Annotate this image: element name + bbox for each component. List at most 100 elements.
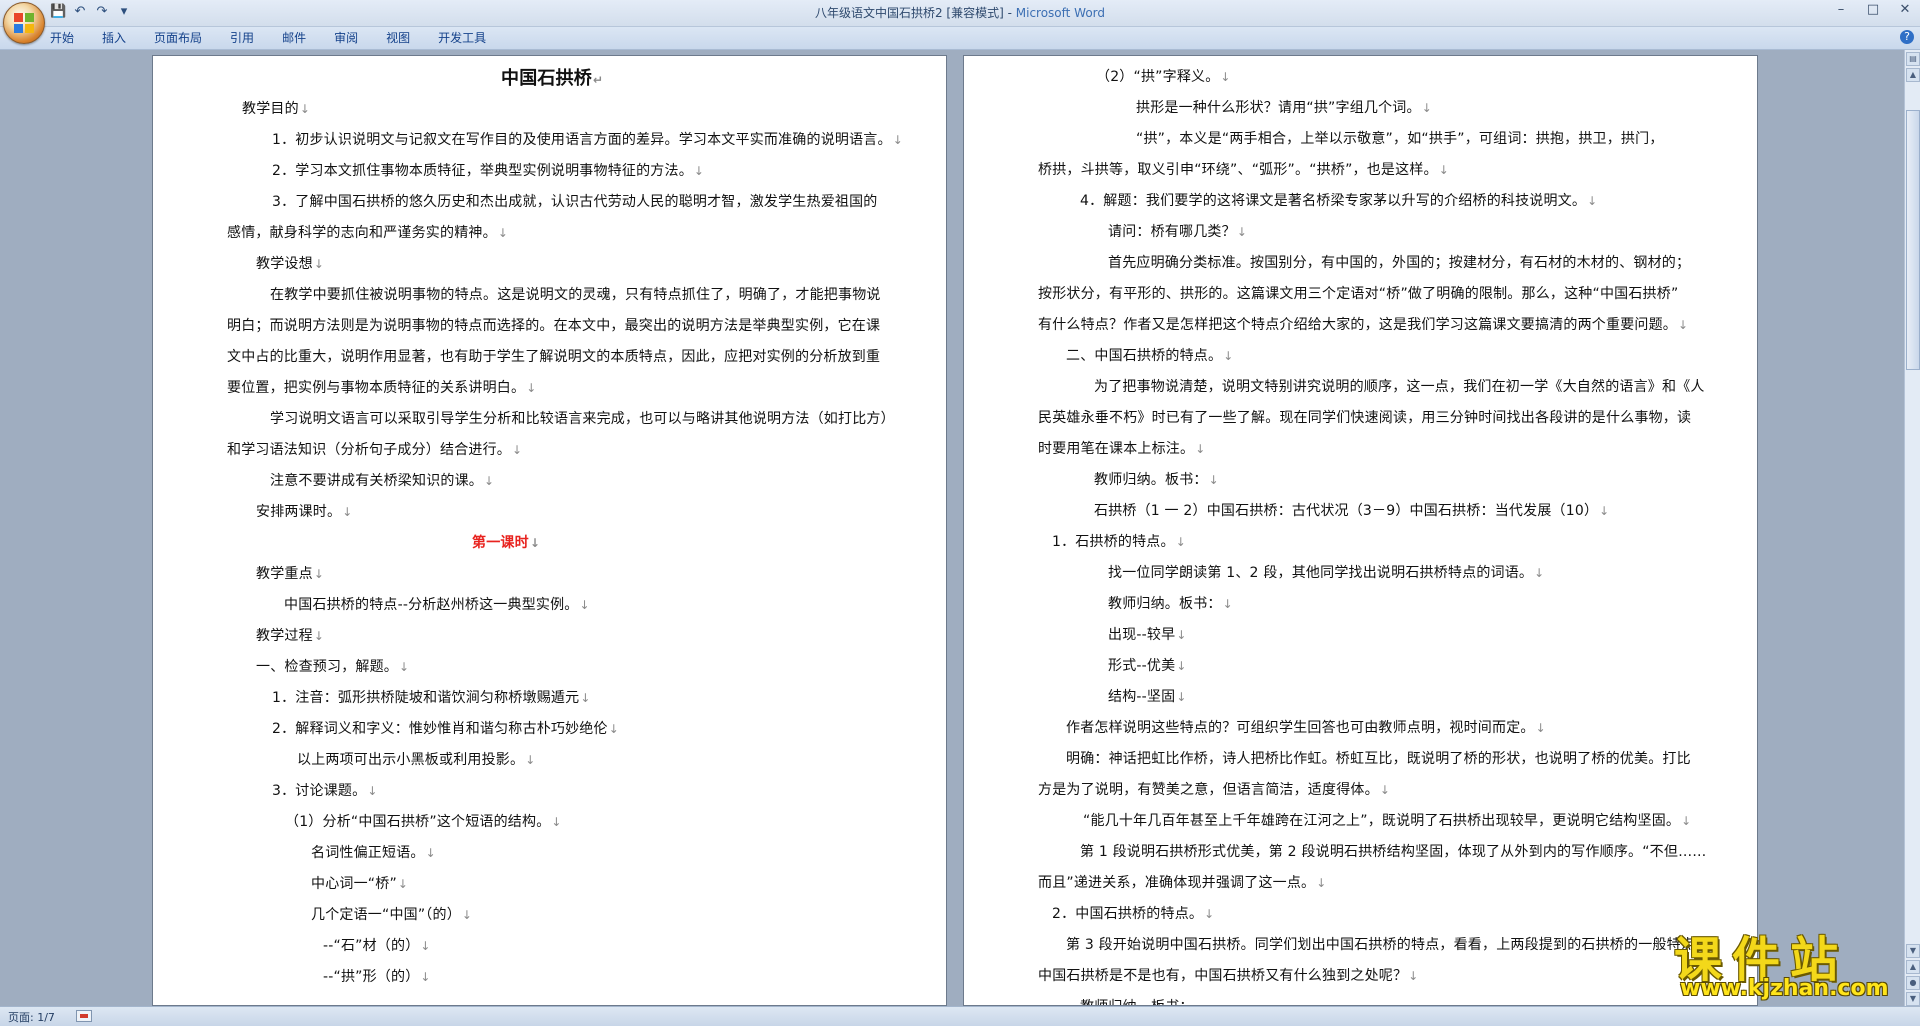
line-text: 第一课时 bbox=[472, 535, 529, 551]
paragraph-line: 1．石拱桥的特点。↓ bbox=[1052, 531, 1186, 551]
close-icon[interactable]: ✕ bbox=[1896, 2, 1914, 17]
paragraph-mark-icon: ↓ bbox=[425, 846, 436, 860]
paragraph-mark-icon: ↓ bbox=[1599, 504, 1610, 518]
paragraph-line: 一、检查预习，解题。↓ bbox=[256, 656, 409, 676]
line-text: 找一位同学朗读第 1、2 段，其他同学找出说明石拱桥特点的词语。 bbox=[1108, 565, 1534, 581]
paragraph-mark-icon: ↓ bbox=[399, 660, 410, 674]
paragraph-line: “能几十年几百年甚至上千年雄跨在江河之上”，既说明了石拱桥出现较早，更说明它结构… bbox=[1083, 810, 1691, 830]
tab-review[interactable]: 审阅 bbox=[334, 27, 358, 49]
paragraph-mark-icon: ↓ bbox=[526, 381, 537, 395]
tab-home[interactable]: 开始 bbox=[50, 27, 74, 49]
scroll-thumb[interactable] bbox=[1906, 110, 1920, 370]
document-page-1[interactable]: 中国石拱桥↵ 教学目的↓ 1．初步认识说明文与记叙文在写作目的及使用语言方面的差异。… bbox=[152, 55, 947, 1006]
line-text: 注意不要讲成有关桥梁知识的课。 bbox=[270, 473, 483, 489]
tab-page-layout[interactable]: 页面布局 bbox=[154, 27, 202, 49]
line-text: --“拱”形（的） bbox=[323, 969, 420, 985]
paragraph-line: 教师归纳。板书：↓ bbox=[1094, 469, 1219, 489]
paragraph-line: 教师归纳。板书：↓ bbox=[1108, 593, 1233, 613]
line-text: 拱形是一种什么形状？请用“拱”字组几个词。 bbox=[1136, 100, 1421, 116]
line-text: 民英雄永垂不朽》时已有了一些了解。现在同学们快速阅读，用三分钟时间找出各段讲的是… bbox=[1038, 410, 1692, 426]
tab-insert[interactable]: 插入 bbox=[102, 27, 126, 49]
paragraph-mark-icon: ↓ bbox=[313, 257, 325, 271]
paragraph-line: 2．学习本文抓住事物本质特征，举典型实例说明事物特征的方法。↓ bbox=[272, 160, 704, 180]
paragraph-line: 感情，献身科学的志向和严谨务实的精神。↓ bbox=[227, 222, 508, 242]
paragraph-mark-icon: ↓ bbox=[1176, 659, 1187, 673]
line-text: 以上两项可出示小黑板或利用投影。 bbox=[297, 752, 525, 768]
tab-references[interactable]: 引用 bbox=[230, 27, 254, 49]
tab-mailings[interactable]: 邮件 bbox=[282, 27, 306, 49]
line-text: 中国石拱桥 bbox=[501, 68, 592, 89]
paragraph-line: 作者怎样说明这些特点的？可组织学生回答也可由教师点明，视时间而定。↓ bbox=[1066, 717, 1546, 737]
document-page-2[interactable]: （2）“拱”字释义。↓ 拱形是一种什么形状？请用“拱”字组几个词。 ↓ “拱”，本义是… bbox=[963, 55, 1758, 1006]
paragraph-mark-icon: ↓ bbox=[580, 691, 591, 705]
line-text: “拱”，本义是“两手相合，上举以示敬意”，如“拱手”，可组词：拱抱，拱卫，拱门， bbox=[1136, 131, 1664, 147]
document-title: 中国石拱桥↵ bbox=[501, 64, 603, 90]
paragraph-line: 名词性偏正短语。↓ bbox=[311, 842, 436, 862]
paragraph-mark-icon: ↓ bbox=[693, 164, 705, 178]
paragraph-line: 二、中国石拱桥的特点。↓ bbox=[1066, 345, 1233, 365]
maximize-icon[interactable]: □ bbox=[1864, 2, 1882, 17]
previous-page-icon[interactable]: ▲ bbox=[1906, 960, 1920, 974]
line-text: 一、检查预习，解题。 bbox=[256, 659, 398, 675]
next-page-icon[interactable]: ▼ bbox=[1906, 992, 1920, 1006]
paragraph-mark-icon: ↓ bbox=[1223, 349, 1234, 363]
line-text: 教学过程 bbox=[256, 628, 313, 644]
vertical-scrollbar[interactable]: ▤ ▲ ▼ ▲ ● ▼ bbox=[1904, 50, 1920, 1006]
tab-developer[interactable]: 开发工具 bbox=[438, 27, 486, 49]
paragraph-mark-icon: ↓ bbox=[1220, 70, 1231, 84]
paragraph-line: 和学习语法知识（分析句子成分）结合进行。↓ bbox=[227, 439, 522, 459]
paragraph-line: 学习说明文语言可以采取引导学生分析和比较语言来完成，也可以与略讲其他说明方法（如… bbox=[270, 408, 895, 428]
line-text: 教师归纳。板书： bbox=[1094, 472, 1208, 488]
paragraph-line: 3．讨论课题。↓ bbox=[272, 780, 378, 800]
line-text: 学习说明文语言可以采取引导学生分析和比较语言来完成，也可以与略讲其他说明方法（如… bbox=[270, 411, 895, 427]
help-icon[interactable]: ? bbox=[1900, 30, 1914, 44]
line-text: 1．初步认识说明文与记叙文在写作目的及使用语言方面的差异。学习本文平实而准确的说… bbox=[272, 132, 892, 148]
paragraph-mark-icon: ↓ bbox=[1175, 535, 1186, 549]
paragraph-mark-icon: ↵ bbox=[593, 73, 604, 87]
ruler-toggle-icon[interactable]: ▤ bbox=[1906, 52, 1920, 66]
paragraph-line: 按形状分，有平形的、拱形的。这篇课文用三个定语对“桥”做了明确的限制。那么，这种… bbox=[1038, 283, 1678, 303]
paragraph-mark-icon: ↓ bbox=[1681, 814, 1692, 828]
line-text: 有什么特点？作者又是怎样把这个特点介绍给大家的，这是我们学习这篇课文要搞清的两个… bbox=[1038, 317, 1677, 333]
paragraph-line: 方是为了说明，有赞美之意，但语言简洁，适度得体。↓ bbox=[1038, 779, 1390, 799]
paragraph-line: （2）“拱”字释义。↓ bbox=[1096, 66, 1231, 86]
proofing-icon[interactable] bbox=[76, 1010, 92, 1022]
paragraph-line: 2．中国石拱桥的特点。↓ bbox=[1052, 903, 1214, 923]
tab-view[interactable]: 视图 bbox=[386, 27, 410, 49]
line-text: 在教学中要抓住被说明事物的特点。这是说明文的灵魂，只有特点抓住了，明确了，才能把… bbox=[270, 287, 881, 303]
paragraph-mark-icon: ↓ bbox=[1208, 473, 1219, 487]
paragraph-line: 为了把事物说清楚，说明文特别讲究说明的顺序，这一点，我们在初一学《大自然的语言》… bbox=[1094, 376, 1705, 396]
line-text: 二、中国石拱桥的特点。 bbox=[1066, 348, 1223, 364]
scroll-up-icon[interactable]: ▲ bbox=[1906, 68, 1920, 82]
line-text: 第 1 段说明石拱桥形式优美，第 2 段说明石拱桥结构坚固，体现了从外到内的写作… bbox=[1080, 844, 1707, 860]
site-watermark: 课件站 www.kjzhan.com bbox=[1668, 920, 1906, 1006]
line-text: 桥拱，斗拱等，取义引申“环绕”、“弧形”。“拱桥”，也是这样。 bbox=[1038, 162, 1438, 178]
scroll-down-icon[interactable]: ▼ bbox=[1906, 944, 1920, 958]
line-text: 形式--优美 bbox=[1108, 658, 1176, 674]
ribbon-tabs: 开始 插入 页面布局 引用 邮件 审阅 视图 开发工具 bbox=[50, 27, 514, 49]
office-button[interactable] bbox=[3, 2, 45, 44]
line-text: 第 3 段开始说明中国石拱桥。同学们划出中国石拱桥的特点，看看，上两段提到的石拱… bbox=[1066, 937, 1696, 953]
paragraph-mark-icon: ↓ bbox=[1176, 628, 1187, 642]
paragraph-line: 1．初步认识说明文与记叙文在写作目的及使用语言方面的差异。学习本文平实而准确的说… bbox=[272, 129, 903, 149]
window-controls: – □ ✕ bbox=[1832, 2, 1914, 17]
line-text: 时要用笔在课本上标注。 bbox=[1038, 441, 1195, 457]
line-text: 请问：桥有哪几类？ bbox=[1108, 224, 1236, 240]
paragraph-mark-icon: ↓ bbox=[579, 598, 590, 612]
line-text: 4．解题：我们要学的这将课文是著名桥梁专家茅以升写的介绍桥的科技说明文。 bbox=[1080, 193, 1587, 209]
paragraph-mark-icon: ↓ bbox=[1587, 194, 1598, 208]
line-text: 教学重点 bbox=[256, 566, 313, 582]
paragraph-mark-icon: ↓ bbox=[461, 908, 473, 922]
paragraph-line: 注意不要讲成有关桥梁知识的课。↓ bbox=[270, 470, 494, 490]
paragraph-line: 第 3 段开始说明中国石拱桥。同学们划出中国石拱桥的特点，看看，上两段提到的石拱… bbox=[1066, 934, 1695, 954]
line-text: （1）分析“中国石拱桥”这个短语的结构。 bbox=[285, 814, 551, 830]
page-counter[interactable]: 页面: 1/7 bbox=[8, 1009, 55, 1025]
paragraph-line: 教师归纳。板书： bbox=[1080, 996, 1194, 1005]
paragraph-mark-icon: ↓ bbox=[1204, 907, 1215, 921]
minimize-icon[interactable]: – bbox=[1832, 2, 1850, 17]
line-text: 3．了解中国石拱桥的悠久历史和杰出成就，认识古代劳动人民的聪明才智，激发学生热爱… bbox=[272, 194, 878, 210]
browse-object-icon[interactable]: ● bbox=[1906, 976, 1920, 990]
paragraph-mark-icon: ↓ bbox=[299, 102, 311, 116]
paragraph-line: 第 1 段说明石拱桥形式优美，第 2 段说明石拱桥结构坚固，体现了从外到内的写作… bbox=[1080, 841, 1706, 861]
paragraph-line: 教学设想↓ bbox=[256, 253, 324, 273]
